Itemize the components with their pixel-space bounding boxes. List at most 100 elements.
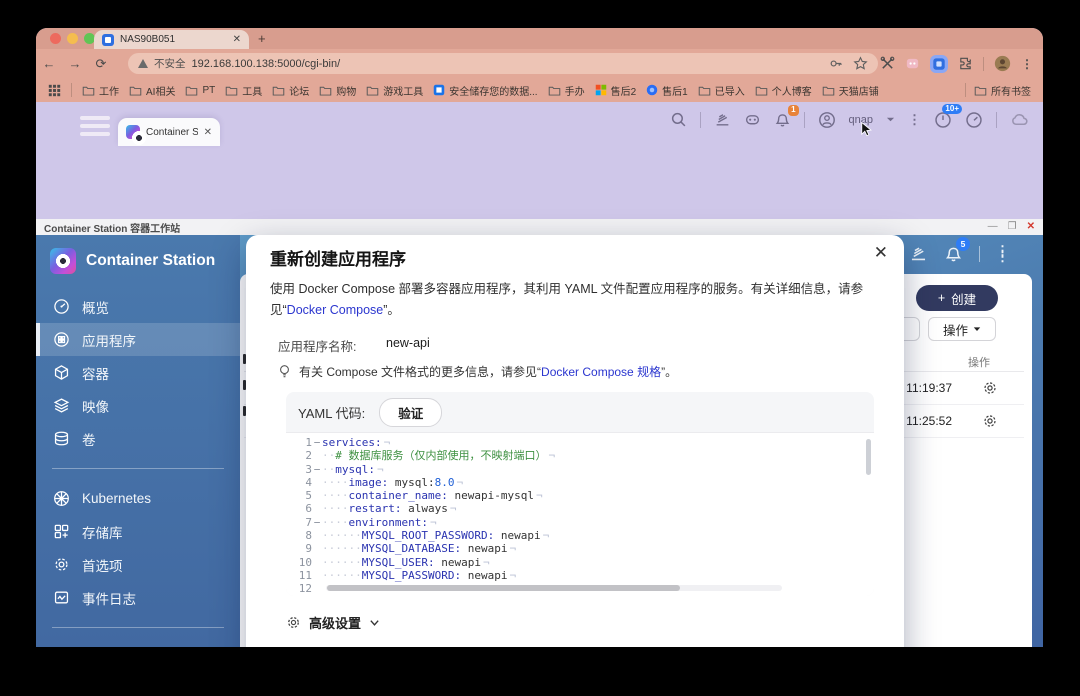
bookmark-item[interactable]: 售后1 [646, 83, 688, 98]
sidebar-item-首选项[interactable]: 首选项 [36, 548, 240, 581]
sidebar-item-存储库[interactable]: 存储库 [36, 515, 240, 548]
macos-minimize-button[interactable] [67, 33, 78, 44]
cs-window-titlebar[interactable]: Container Station 容器工作站 — ❐ ✕ [36, 219, 1043, 235]
create-button[interactable]: + 创建 [916, 285, 998, 311]
bookmark-item[interactable]: 工作 [82, 83, 119, 98]
sidebar-item-卷[interactable]: 卷 [36, 422, 240, 455]
url-text[interactable]: 192.168.100.138:5000/cgi-bin/ [192, 58, 341, 70]
forward-icon[interactable]: → [62, 56, 88, 71]
cs-notifications[interactable]: 5 [944, 244, 963, 263]
window-close-icon[interactable]: ✕ [1027, 222, 1035, 232]
qnap-assistant-icon[interactable] [744, 111, 761, 128]
bookmark-item[interactable]: 售后2 [595, 83, 637, 98]
sidebar-item-容器[interactable]: 容器 [36, 356, 240, 389]
apps-grid-icon[interactable] [48, 84, 61, 97]
sidebar-item-概览[interactable]: 概览 [36, 290, 240, 323]
qnap-notifications[interactable]: 1 [774, 111, 791, 128]
code-line[interactable]: 1−services:¬ [286, 436, 874, 449]
fold-marker[interactable]: − [312, 463, 322, 476]
bookmark-item[interactable]: 个人博客 [755, 83, 812, 98]
sidebar-item-应用程序模板[interactable]: 应用程序模板 [36, 641, 240, 647]
code-line[interactable]: 5····container_name: newapi-mysql¬ [286, 489, 874, 502]
browser-tab[interactable]: NAS90B051 ✕ [94, 30, 249, 49]
bookmark-item[interactable]: 工具 [225, 83, 262, 98]
volumes-icon [53, 430, 70, 447]
yaml-code-editor[interactable]: 1−services:¬2··# 数据库服务（仅内部使用，不映射端口）¬3−··… [286, 432, 874, 596]
qnap-app-tab[interactable]: Container S... ✕ [118, 118, 220, 146]
code-line[interactable]: 7−····environment:¬ [286, 516, 874, 529]
extension-scissors-icon[interactable] [880, 56, 895, 71]
actions-dropdown-button[interactable]: 操作 [928, 317, 996, 341]
images-icon [53, 397, 70, 414]
url-bar[interactable]: 不安全 192.168.100.138:5000/cgi-bin/ [128, 53, 878, 74]
cloud-icon[interactable] [1010, 110, 1029, 129]
extension-pink-icon[interactable] [905, 56, 920, 71]
code-line[interactable]: 2··# 数据库服务（仅内部使用，不映射端口）¬ [286, 449, 874, 462]
bookmarks-divider [71, 83, 72, 97]
macos-close-button[interactable] [50, 33, 61, 44]
editor-hscrollbar[interactable] [326, 585, 782, 591]
bookmark-item[interactable]: 购物 [319, 83, 356, 98]
extensions-puzzle-icon[interactable] [958, 56, 973, 71]
folder-icon [185, 84, 198, 97]
qnap-more-menu-icon[interactable]: ⋮ [908, 112, 921, 128]
profile-avatar[interactable] [994, 55, 1011, 72]
editor-vscrollbar-thumb[interactable] [866, 439, 871, 475]
tab-close-icon[interactable]: ✕ [233, 34, 241, 45]
passkey-icon[interactable] [828, 56, 843, 71]
row-actions-gear-icon[interactable] [982, 413, 998, 429]
user-avatar-icon[interactable] [818, 111, 836, 129]
bookmark-item[interactable]: 已导入 [698, 83, 745, 98]
code-line[interactable]: 9······MYSQL_DATABASE: newapi¬ [286, 542, 874, 555]
fold-marker[interactable]: − [312, 516, 322, 529]
code-line[interactable]: 3−··mysql:¬ [286, 463, 874, 476]
bookmark-item[interactable]: PT [185, 84, 215, 97]
validate-button[interactable]: 验证 [379, 398, 442, 427]
sidebar-item-kubernetes[interactable]: Kubernetes [36, 482, 240, 515]
bookmark-star-icon[interactable] [853, 56, 868, 71]
resource-monitor-icon[interactable] [965, 111, 983, 129]
user-menu-chevron-icon[interactable] [886, 115, 895, 124]
qnap-search-icon[interactable] [670, 111, 687, 128]
modal-close-icon[interactable]: ✕ [874, 243, 888, 263]
code-line[interactable]: 4····image: mysql:8.0¬ [286, 476, 874, 489]
compose-spec-link[interactable]: Docker Compose 规格 [541, 365, 661, 379]
refresh-icon[interactable]: ⟳ [88, 56, 114, 72]
qnap-queue-icon[interactable] [714, 111, 731, 128]
sidebar-item-映像[interactable]: 映像 [36, 389, 240, 422]
editor-hscrollbar-thumb[interactable] [327, 585, 680, 591]
bookmark-label: 手办 [565, 83, 585, 98]
browser-menu-icon[interactable]: ⋮ [1021, 57, 1033, 71]
code-line[interactable]: 10······MYSQL_USER: newapi¬ [286, 556, 874, 569]
row-actions-gear-icon[interactable] [982, 380, 998, 396]
window-maximize-icon[interactable]: ❐ [1008, 222, 1017, 232]
sidebar-item-事件日志[interactable]: 事件日志 [36, 581, 240, 614]
new-tab-button[interactable]: + [258, 31, 266, 46]
qnap-background-tasks[interactable]: 10+ [934, 111, 952, 129]
bookmark-item[interactable]: 游戏工具 [366, 83, 423, 98]
cs-queue-icon[interactable] [909, 244, 928, 263]
bookmark-item[interactable]: 天猫店铺 [822, 83, 879, 98]
all-bookmarks-item[interactable]: 所有书签 [974, 83, 1031, 98]
line-content: services:¬ [322, 436, 390, 449]
extension-active-icon[interactable] [930, 55, 948, 73]
code-line[interactable]: 11······MYSQL_PASSWORD: newapi¬ [286, 569, 874, 582]
sidebar-item-应用程序[interactable]: 应用程序 [36, 323, 240, 356]
window-minimize-icon[interactable]: — [988, 222, 998, 232]
code-line[interactable]: 8······MYSQL_ROOT_PASSWORD: newapi¬ [286, 529, 874, 542]
bookmark-item[interactable]: 手办 [548, 83, 585, 98]
bookmark-label: 天猫店铺 [839, 83, 879, 98]
fold-marker[interactable]: − [312, 436, 322, 449]
bookmark-item[interactable]: 论坛 [272, 83, 309, 98]
qnap-app-tab-close-icon[interactable]: ✕ [204, 127, 212, 138]
bookmark-item[interactable]: AI相关 [129, 83, 175, 98]
bookmark-label: 工具 [242, 83, 262, 98]
advanced-settings-toggle[interactable]: 高级设置 [286, 613, 380, 632]
line-number: 6 [286, 502, 312, 515]
bookmark-item[interactable]: 安全储存您的数据... [433, 83, 537, 98]
back-icon[interactable]: ← [36, 56, 62, 71]
qnap-main-menu-icon[interactable] [80, 116, 110, 140]
cs-more-menu-icon[interactable]: ⋮⋮ [996, 248, 1009, 260]
code-line[interactable]: 6····restart: always¬ [286, 502, 874, 515]
docker-compose-link[interactable]: Docker Compose [287, 303, 384, 317]
